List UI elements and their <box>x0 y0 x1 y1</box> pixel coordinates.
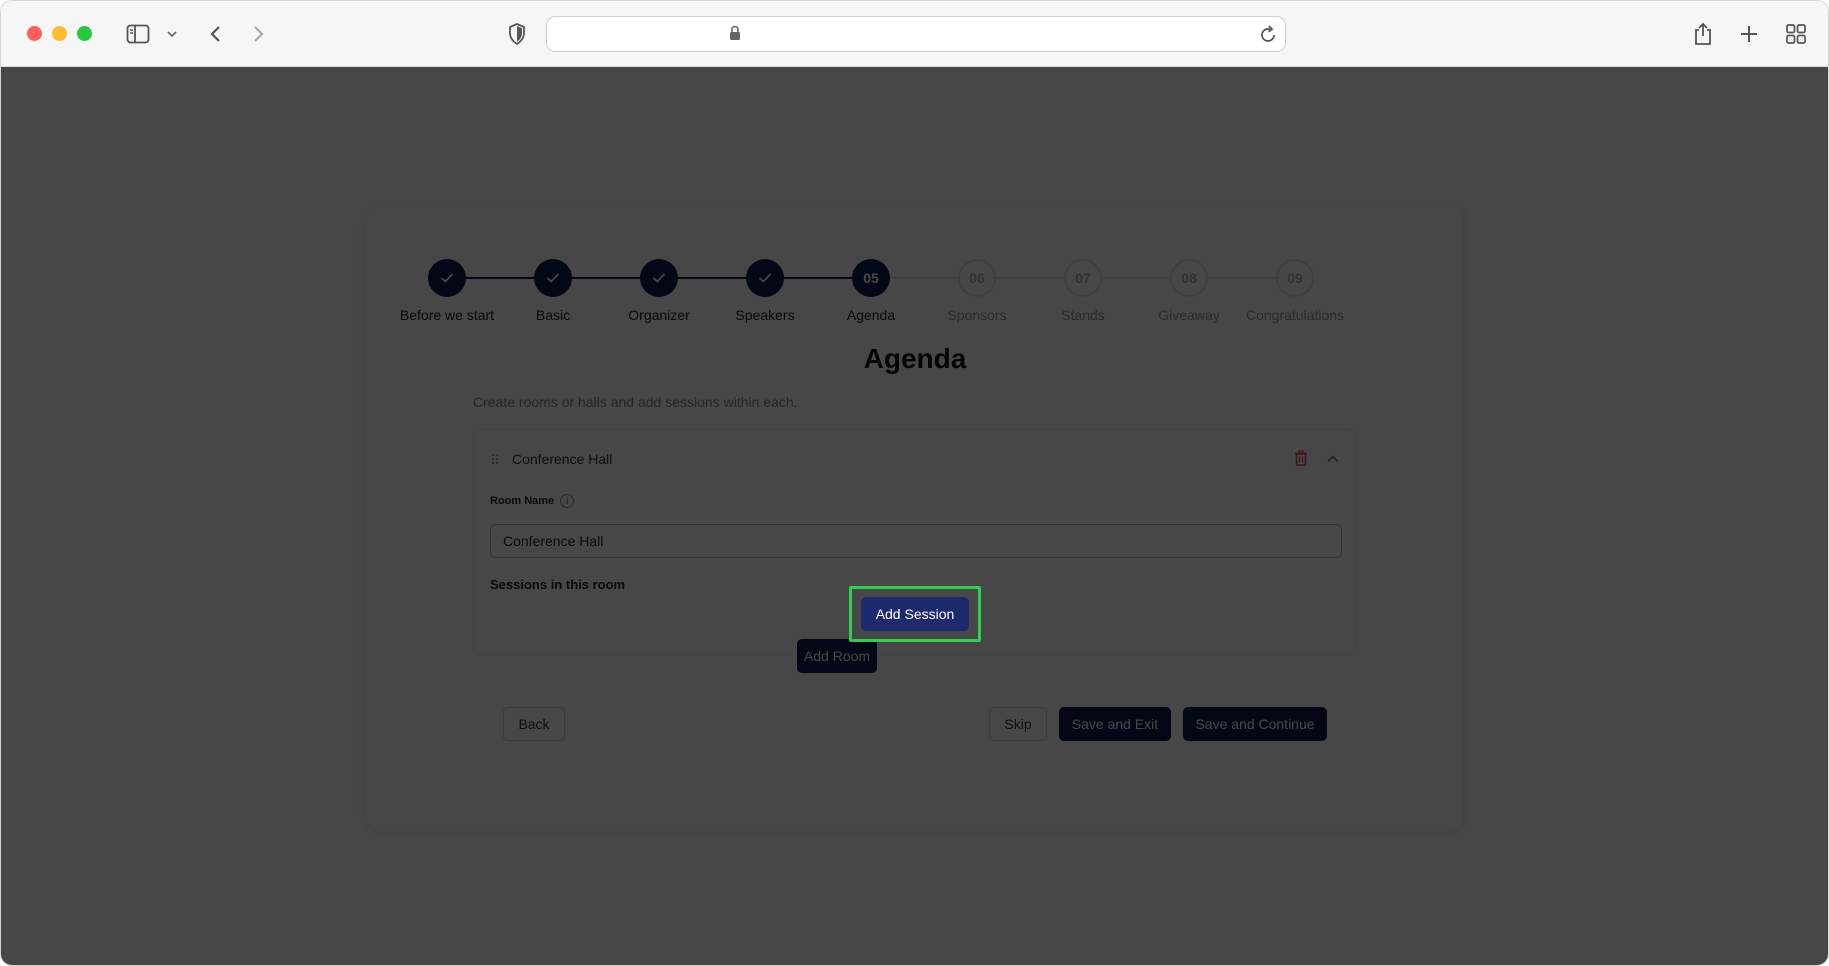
step-basic[interactable]: Basic <box>500 259 606 323</box>
sidebar-toggle-icon[interactable] <box>125 20 151 48</box>
back-arrow-icon[interactable] <box>205 20 225 48</box>
step-organizer[interactable]: Organizer <box>606 259 712 323</box>
browser-window: Before we start Basic Organizer Speakers… <box>0 0 1829 966</box>
step-congratulations[interactable]: 09 Congratulations <box>1242 259 1348 323</box>
reload-icon[interactable] <box>1259 24 1277 49</box>
step-number: 08 <box>1170 259 1208 297</box>
step-label: Giveaway <box>1158 307 1220 323</box>
address-bar[interactable] <box>546 16 1286 52</box>
shield-icon[interactable] <box>506 20 528 48</box>
step-number: 06 <box>958 259 996 297</box>
step-number: 05 <box>852 259 890 297</box>
browser-toolbar <box>1 1 1828 67</box>
check-icon <box>640 259 678 297</box>
add-room-button[interactable]: Add Room <box>797 639 877 673</box>
tab-overview-icon[interactable] <box>1785 20 1807 48</box>
minimize-window-button[interactable] <box>52 26 67 41</box>
trash-icon[interactable] <box>1294 450 1308 471</box>
step-giveaway[interactable]: 08 Giveaway <box>1136 259 1242 323</box>
wizard-stepper: Before we start Basic Organizer Speakers… <box>400 259 1399 323</box>
back-button[interactable]: Back <box>503 707 565 741</box>
check-icon <box>746 259 784 297</box>
room-header: ⠿ Conference Hall <box>490 450 1340 470</box>
zoom-window-button[interactable] <box>77 26 92 41</box>
page-subtitle: Create rooms or halls and add sessions w… <box>473 394 798 410</box>
step-label: Stands <box>1061 307 1105 323</box>
forward-arrow-icon[interactable] <box>249 20 269 48</box>
step-label: Agenda <box>846 307 896 323</box>
new-tab-icon[interactable] <box>1738 20 1760 48</box>
check-icon <box>534 259 572 297</box>
step-label: Before we start <box>399 307 495 323</box>
room-name-label: Room Name i <box>490 494 575 508</box>
skip-button[interactable]: Skip <box>989 707 1047 741</box>
page-title: Agenda <box>863 343 967 374</box>
check-icon <box>428 259 466 297</box>
step-before-we-start[interactable]: Before we start <box>394 259 500 323</box>
lock-icon <box>729 25 741 46</box>
add-session-button[interactable]: Add Session <box>861 597 969 631</box>
chevron-up-icon[interactable] <box>1326 451 1340 469</box>
sessions-label: Sessions in this room <box>490 577 626 592</box>
room-name-label-text: Room Name <box>490 495 555 507</box>
step-stands[interactable]: 07 Stands <box>1030 259 1136 323</box>
wizard-card: Before we start Basic Organizer Speakers… <box>367 207 1463 828</box>
step-number: 07 <box>1064 259 1102 297</box>
info-icon[interactable]: i <box>560 494 575 508</box>
step-label: Congratulations <box>1245 307 1345 323</box>
share-icon[interactable] <box>1692 20 1714 48</box>
step-label: Sponsors <box>947 307 1007 323</box>
step-speakers[interactable]: Speakers <box>712 259 818 323</box>
room-header-title: Conference Hall <box>512 451 613 467</box>
step-label: Organizer <box>628 307 690 323</box>
step-number: 09 <box>1276 259 1314 297</box>
step-label: Basic <box>535 307 571 323</box>
step-agenda[interactable]: 05 Agenda <box>818 259 924 323</box>
room-name-input[interactable] <box>490 524 1342 558</box>
close-window-button[interactable] <box>27 26 42 41</box>
drag-handle-icon[interactable]: ⠿ <box>490 452 500 469</box>
save-and-continue-button[interactable]: Save and Continue <box>1183 707 1327 741</box>
step-sponsors[interactable]: 06 Sponsors <box>924 259 1030 323</box>
page-viewport: Before we start Basic Organizer Speakers… <box>1 67 1828 965</box>
step-label: Speakers <box>735 307 795 323</box>
save-and-exit-button[interactable]: Save and Exit <box>1059 707 1171 741</box>
chevron-down-icon[interactable] <box>165 20 179 48</box>
